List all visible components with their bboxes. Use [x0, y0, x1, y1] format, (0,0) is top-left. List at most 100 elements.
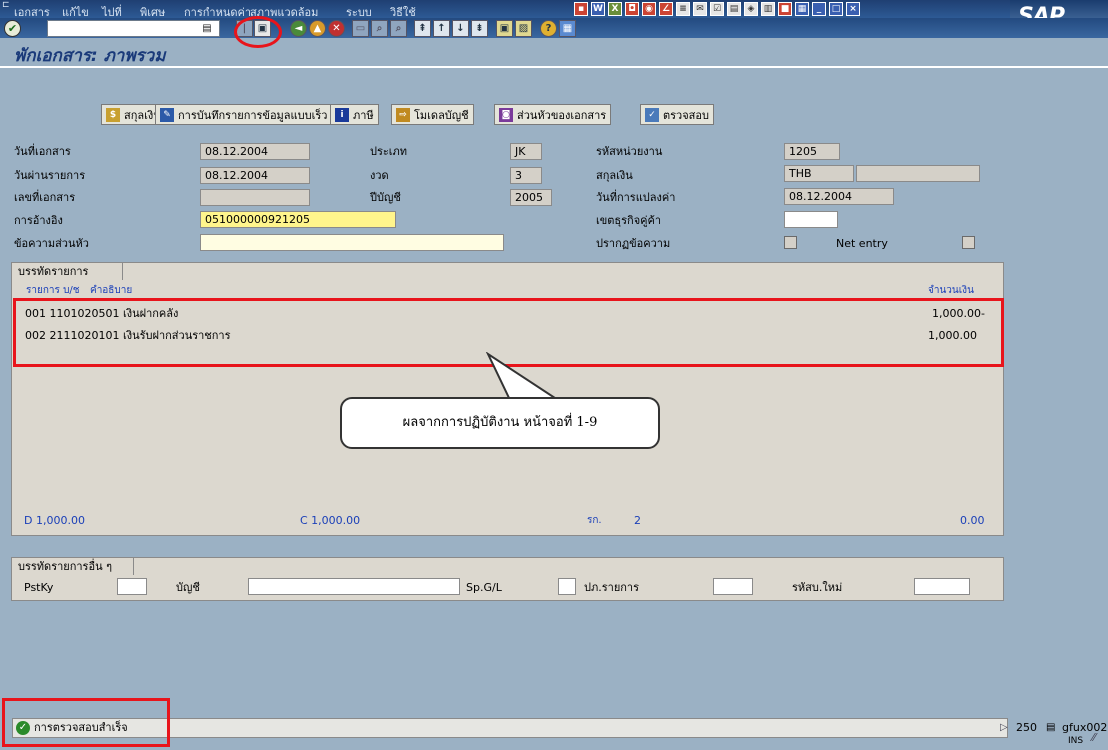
enter-icon[interactable]: ✔: [4, 20, 21, 37]
new-session-icon[interactable]: ▣: [496, 20, 513, 37]
col-desc-header[interactable]: คำอธิบาย: [90, 282, 132, 299]
reference-field[interactable]: 051000000921205: [200, 211, 396, 228]
cancel-icon[interactable]: ✕: [328, 20, 345, 37]
menu-bar: ⊏ เอกสาร แก้ไข ไปที่ พิเศษ การกำหนดค่า ส…: [0, 0, 1108, 19]
spgl-field[interactable]: [558, 578, 576, 595]
info-icon: i: [335, 107, 349, 122]
new-code-field[interactable]: [914, 578, 970, 595]
title-divider: [0, 66, 1108, 68]
exit-icon[interactable]: ▲: [309, 20, 326, 37]
command-field[interactable]: [47, 20, 220, 37]
close-icon[interactable]: ×: [846, 2, 860, 16]
find-next-icon[interactable]: ⌕: [390, 20, 407, 37]
account-label: บัญชี: [176, 581, 200, 594]
doc-header-button[interactable]: ◙ ส่วนหัวของเอกสาร: [494, 104, 612, 125]
posting-date-field[interactable]: 08.12.2004: [200, 167, 310, 184]
print-icon[interactable]: ▭: [352, 20, 369, 37]
help-icon[interactable]: ?: [540, 20, 557, 37]
header-text-field[interactable]: [200, 234, 504, 251]
excel-icon[interactable]: X: [608, 2, 622, 16]
status-client: 250: [1016, 721, 1037, 734]
trans-type-label: ปภ.รายการ: [584, 581, 640, 594]
favorite-icon[interactable]: ◈: [744, 2, 758, 16]
other-items-tab[interactable]: บรรทัดรายการอื่น ๆ: [11, 557, 134, 575]
reference-label: การอ้างอิง: [14, 214, 63, 227]
command-history-icon[interactable]: ▤: [200, 21, 214, 36]
chart-icon[interactable]: ▥: [761, 2, 775, 16]
record-icon[interactable]: ◉: [642, 2, 656, 16]
next-page-icon[interactable]: ↓: [452, 20, 469, 37]
stop-icon[interactable]: ■: [778, 2, 792, 16]
system-icons: ▪ W X ◘ ◉ ∠ ≡ ✉ ☑ ▤ ◈ ▥ ■ ▦ _ □ ×: [574, 2, 860, 17]
check-icon: ✓: [645, 107, 659, 122]
script-icon[interactable]: ∠: [659, 2, 673, 16]
fiscal-year-field[interactable]: 2005: [510, 189, 552, 206]
type-label: ประเภท: [370, 145, 408, 158]
status-expand-icon[interactable]: ▷: [1000, 719, 1008, 736]
shortcut-icon[interactable]: ▨: [515, 20, 532, 37]
check-button-label: ตรวจสอบ: [663, 108, 709, 122]
currency-field[interactable]: THB: [784, 165, 854, 182]
doc-date-field[interactable]: 08.12.2004: [200, 143, 310, 160]
envelope-icon[interactable]: ✉: [693, 2, 707, 16]
mail-icon[interactable]: ▪: [574, 2, 588, 16]
resize-grip-icon[interactable]: ⁄⁄: [1092, 729, 1096, 746]
model-icon: ⇨: [396, 107, 410, 122]
prev-page-icon[interactable]: ↑: [433, 20, 450, 37]
fiscal-year-label: ปีบัญชี: [370, 191, 401, 204]
trans-type-field[interactable]: [713, 578, 753, 595]
layout-icon[interactable]: ▦: [559, 20, 576, 37]
fast-entry-icon: ✎: [160, 107, 174, 122]
other-items-panel: [11, 557, 1004, 601]
debit-total: D 1,000.00: [24, 514, 85, 527]
header-text-label: ข้อความส่วนหัว: [14, 237, 89, 250]
company-code-label: รหัสหน่วยงาน: [596, 145, 663, 158]
status-mode: INS: [1068, 736, 1084, 746]
word-icon[interactable]: W: [591, 2, 605, 16]
list-icon[interactable]: ≡: [676, 2, 690, 16]
translation-date-field[interactable]: 08.12.2004: [784, 188, 894, 205]
net-entry-checkbox[interactable]: [962, 236, 975, 249]
period-label: งวด: [370, 169, 389, 182]
count-value: 2: [634, 514, 641, 527]
type-field[interactable]: JK: [510, 143, 542, 160]
graphic-icon[interactable]: ◘: [625, 2, 639, 16]
first-page-icon[interactable]: ⇞: [414, 20, 431, 37]
callout-bubble: ผลจากการปฏิบัติงาน หน้าจอที่ 1-9: [340, 397, 660, 449]
display-text-label: ปรากฏข้อความ: [596, 237, 671, 250]
display-text-checkbox[interactable]: [784, 236, 797, 249]
account-model-button-label: โมเดลบัญชี: [414, 108, 469, 122]
report-icon[interactable]: ▤: [727, 2, 741, 16]
doc-header-button-label: ส่วนหัวของเอกสาร: [517, 108, 607, 122]
window-menu-icon[interactable]: ⊏: [2, 0, 10, 10]
server-list-icon[interactable]: ▤: [1046, 719, 1055, 736]
new-code-label: รหัสบ.ใหม่: [792, 581, 843, 594]
account-field[interactable]: [248, 578, 460, 595]
currency-icon: $: [106, 107, 120, 122]
company-code-field[interactable]: 1205: [784, 143, 840, 160]
minimize-icon[interactable]: _: [812, 2, 826, 16]
credit-total: C 1,000.00: [300, 514, 361, 527]
layout-menu-icon[interactable]: ▦: [795, 2, 809, 16]
col-item-header[interactable]: รายการ บ/ช: [26, 282, 80, 299]
trading-partner-field[interactable]: [784, 211, 838, 228]
checkbox-icon[interactable]: ☑: [710, 2, 724, 16]
doc-no-field[interactable]: [200, 189, 310, 206]
account-model-button[interactable]: ⇨ โมเดลบัญชี: [391, 104, 474, 125]
fast-entry-button[interactable]: ✎ การบันทึกรายการข้อมูลแบบเร็ว: [155, 104, 333, 125]
currency-field-2[interactable]: [856, 165, 980, 182]
period-field[interactable]: 3: [510, 167, 542, 184]
last-page-icon[interactable]: ⇟: [471, 20, 488, 37]
pstky-field[interactable]: [117, 578, 147, 595]
page-title: พักเอกสาร: ภาพรวม: [14, 46, 166, 66]
callout-tail: [485, 352, 562, 401]
doc-no-label: เลขที่เอกสาร: [14, 191, 76, 204]
tax-button[interactable]: i ภาษี: [330, 104, 379, 125]
check-button[interactable]: ✓ ตรวจสอบ: [640, 104, 714, 125]
maximize-icon[interactable]: □: [829, 2, 843, 16]
line-items-tab[interactable]: บรรทัดรายการ: [11, 262, 123, 280]
spgl-label: Sp.G/L: [466, 581, 502, 594]
col-amount-header[interactable]: จำนวนเงิน: [928, 282, 974, 299]
find-icon[interactable]: ⌕: [371, 20, 388, 37]
back-icon[interactable]: ◄: [290, 20, 307, 37]
